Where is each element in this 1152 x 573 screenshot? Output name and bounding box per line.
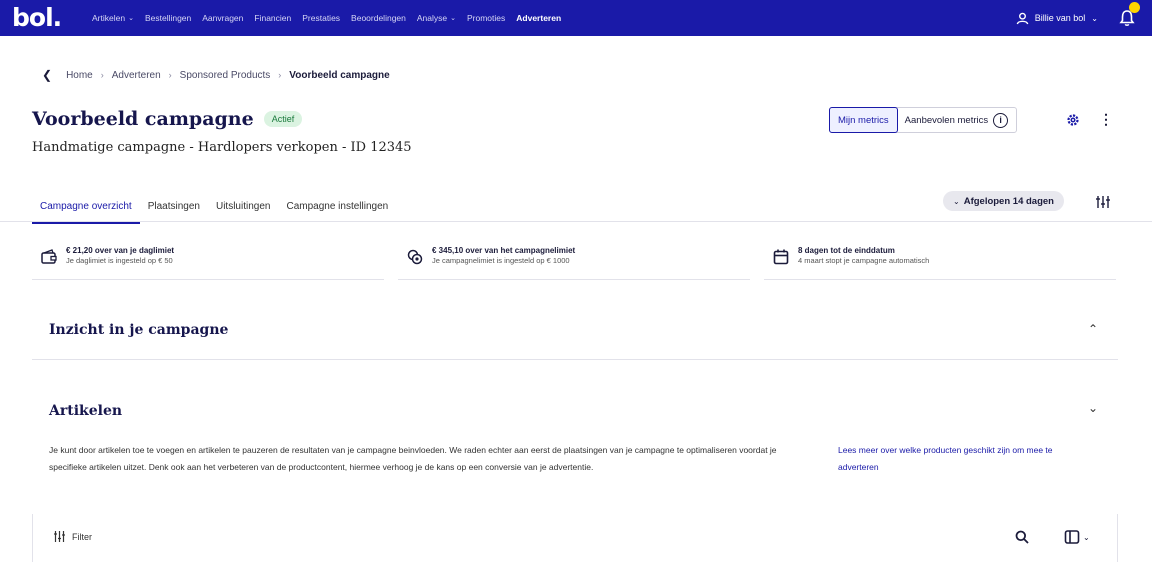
- nav-label: Artikelen: [92, 13, 126, 23]
- breadcrumb-home[interactable]: Home: [66, 70, 93, 81]
- breadcrumb-current: Voorbeeld campagne: [289, 69, 390, 81]
- tab-plaatsingen[interactable]: Plaatsingen: [140, 193, 208, 224]
- filter-sliders-icon: [54, 531, 65, 542]
- chevron-down-icon[interactable]: ⌄: [1088, 401, 1098, 415]
- coins-icon: [407, 249, 423, 265]
- breadcrumb: ❮ Home › Adverteren › Sponsored Products…: [42, 68, 390, 82]
- breadcrumb-adverteren[interactable]: Adverteren: [112, 70, 161, 81]
- calendar-icon: [773, 249, 789, 265]
- chevron-down-icon: ⌄: [953, 196, 960, 206]
- search-icon[interactable]: [1015, 530, 1029, 544]
- main-nav: Artikelen ⌄ Bestellingen Aanvragen Financ…: [92, 0, 561, 36]
- tab-campagne-instellingen[interactable]: Campagne instellingen: [278, 193, 396, 224]
- chevron-up-icon[interactable]: ⌃: [1088, 322, 1098, 336]
- card-text: € 21,20 over van je daglimiet Je daglimi…: [66, 246, 174, 265]
- columns-icon: [1064, 530, 1080, 544]
- period-label: Afgelopen 14 dagen: [963, 195, 1054, 207]
- top-navigation-bar: bol. Artikelen ⌄ Bestellingen Aanvragen F…: [0, 0, 1152, 36]
- user-icon: [1016, 12, 1029, 24]
- nav-item-adverteren[interactable]: Adverteren: [516, 13, 561, 23]
- chevron-down-icon: ⌄: [128, 15, 134, 22]
- card-text: € 345,10 over van het campagnelimiet Je …: [432, 246, 575, 265]
- my-metrics-button[interactable]: Mijn metrics: [829, 107, 898, 133]
- card-text: 8 dagen tot de einddatum 4 maart stopt j…: [798, 246, 929, 265]
- sliders-icon[interactable]: [1095, 194, 1111, 210]
- nav-item-prestaties[interactable]: Prestaties: [302, 13, 340, 23]
- chevron-right-icon: ›: [278, 70, 282, 80]
- period-selector[interactable]: ⌄ Afgelopen 14 dagen: [943, 191, 1064, 211]
- insight-section: Inzicht in je campagne ⌃: [32, 298, 1118, 360]
- title-row: Voorbeeld campagne Actief: [32, 108, 303, 130]
- daily-limit-card: € 21,20 over van je daglimiet Je daglimi…: [32, 238, 384, 280]
- breadcrumb-sponsored-products[interactable]: Sponsored Products: [180, 70, 271, 81]
- card-subtitle: 4 maart stopt je campagne automatisch: [798, 256, 930, 265]
- tab-uitsluitingen[interactable]: Uitsluitingen: [208, 193, 278, 224]
- filter-button[interactable]: Filter: [53, 530, 92, 543]
- advertising-products-link[interactable]: Lees meer over welke producten geschikt …: [838, 442, 1093, 476]
- recommended-metrics-button[interactable]: Aanbevolen metrics i: [897, 108, 1016, 132]
- filter-label: Filter: [72, 531, 92, 542]
- nav-item-aanvragen[interactable]: Aanvragen: [202, 13, 243, 23]
- end-date-card: 8 dagen tot de einddatum 4 maart stopt j…: [764, 238, 1116, 280]
- nav-item-beoordelingen[interactable]: Beoordelingen: [351, 13, 406, 23]
- nav-item-analyse[interactable]: Analyse ⌄: [417, 13, 456, 23]
- nav-item-financien[interactable]: Financien: [254, 13, 291, 23]
- metrics-toggle: Mijn metrics Aanbevolen metrics i: [829, 107, 1018, 133]
- articles-section-title: Artikelen: [49, 403, 123, 419]
- card-title: 8 dagen tot de einddatum: [798, 246, 895, 255]
- chevron-down-icon: ⌄: [1091, 13, 1098, 23]
- status-badge: Actief: [263, 111, 303, 127]
- gear-icon[interactable]: [1066, 113, 1080, 127]
- nav-label: Analyse: [416, 13, 448, 23]
- card-title: € 345,10 over van het campagnelimiet: [432, 246, 576, 255]
- user-menu[interactable]: Billie van bol ⌄: [1016, 0, 1098, 36]
- columns-menu-button[interactable]: ⌄: [1064, 529, 1090, 545]
- info-icon: i: [993, 112, 1009, 128]
- tab-bar: Campagne overzicht Plaatsingen Uitsluiti…: [32, 193, 396, 224]
- nav-item-promoties[interactable]: Promoties: [467, 13, 505, 23]
- user-name: Billie van bol: [1034, 13, 1086, 23]
- chevron-left-icon[interactable]: ❮: [42, 68, 52, 82]
- table-toolbar: Filter ⌄: [32, 514, 1118, 562]
- articles-description: Je kunt door artikelen toe te voegen en …: [49, 445, 777, 472]
- insight-section-title: Inzicht in je campagne: [49, 322, 229, 338]
- page-title: Voorbeeld campagne: [32, 108, 254, 130]
- campaign-subtitle: Handmatige campagne - Hardlopers verkope…: [32, 140, 412, 155]
- wallet-icon: [41, 249, 57, 264]
- campaign-limit-card: € 345,10 over van het campagnelimiet Je …: [398, 238, 750, 280]
- tab-campagne-overzicht[interactable]: Campagne overzicht: [32, 193, 140, 224]
- card-subtitle: Je daglimiet is ingesteld op € 50: [66, 256, 173, 265]
- notification-badge: [1129, 2, 1140, 13]
- card-title: € 21,20 over van je daglimiet: [66, 246, 175, 255]
- more-options-icon[interactable]: ⋮: [1099, 112, 1113, 126]
- recommended-metrics-label: Aanbevolen metrics: [904, 114, 989, 126]
- nav-item-bestellingen[interactable]: Bestellingen: [145, 13, 191, 23]
- nav-item-artikelen[interactable]: Artikelen ⌄: [92, 13, 134, 23]
- tabs-divider: [0, 221, 1152, 222]
- bol-logo[interactable]: bol.: [12, 3, 62, 32]
- chevron-down-icon: ⌄: [1083, 532, 1090, 542]
- chevron-right-icon: ›: [168, 70, 172, 80]
- card-subtitle: Je campagnelimiet is ingesteld op € 1000: [432, 256, 570, 265]
- chevron-right-icon: ›: [100, 70, 104, 80]
- chevron-down-icon: ⌄: [450, 15, 456, 22]
